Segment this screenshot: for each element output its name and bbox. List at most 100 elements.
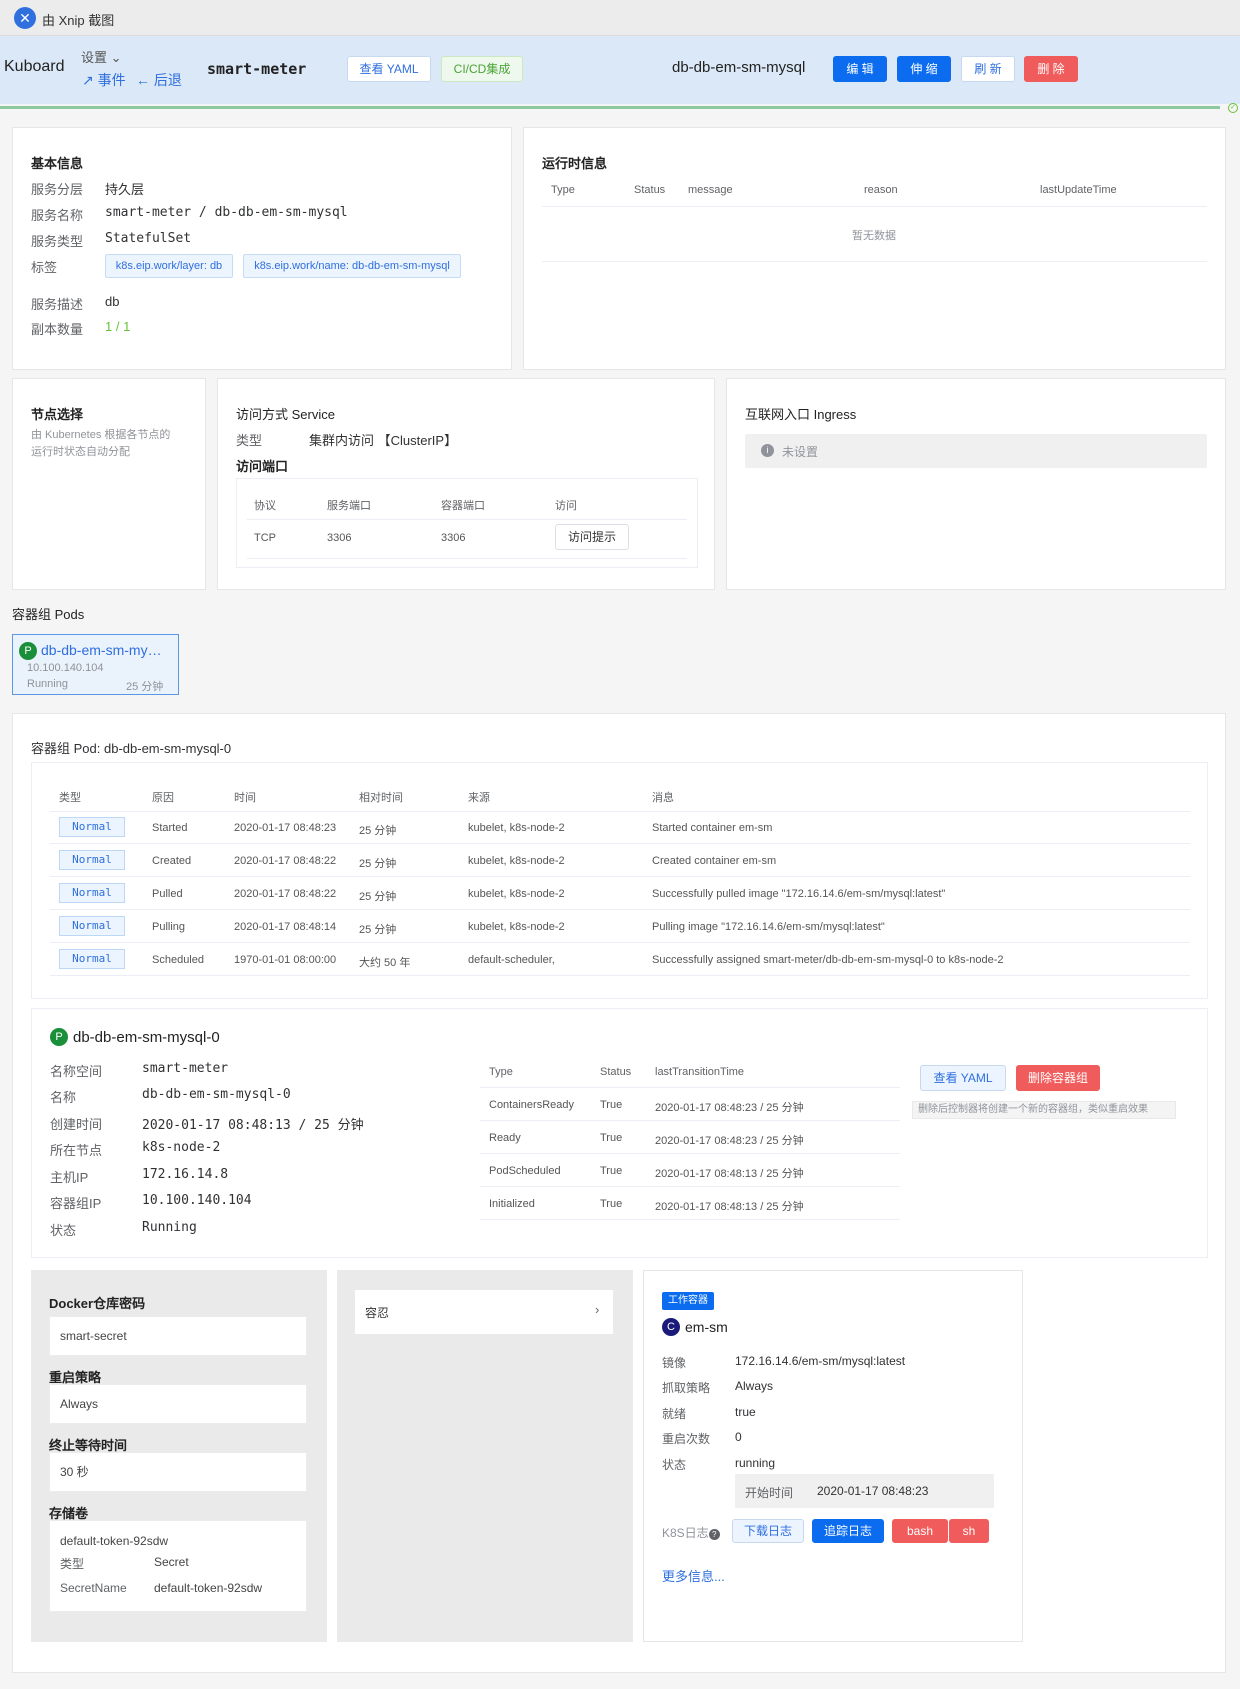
service-card: 访问方式 Service 类型 集群内访问 【ClusterIP】 访问端口 协… <box>217 378 715 590</box>
cond-time: 2020-01-17 08:48:13 / 25 分钟 <box>655 1168 804 1180</box>
pod-status-icon: P <box>19 642 37 660</box>
ingress-empty-text: 未设置 <box>782 445 819 459</box>
secret-title: Docker仓库密码 <box>49 1296 146 1311</box>
table-header: Type <box>489 1066 513 1078</box>
cond-status: True <box>600 1165 623 1177</box>
k8s-logs-label: K8S日志? <box>662 1524 720 1541</box>
empty-text: 暂无数据 <box>852 230 896 242</box>
ingress-empty-box: i 未设置 <box>745 434 1207 468</box>
cond-type: Initialized <box>489 1198 535 1210</box>
refresh-button[interactable]: 刷 新 <box>961 56 1015 82</box>
field-value: smart-meter <box>142 1061 229 1076</box>
pod-detail-title: 容器组 Pod: db-db-em-sm-mysql-0 <box>31 738 231 757</box>
table-row: Normal Pulling 2020-01-17 08:48:14 25 分钟… <box>32 910 1209 943</box>
edit-button[interactable]: 编 辑 <box>833 56 887 82</box>
table-header: 类型 <box>59 792 81 804</box>
divider <box>480 1186 900 1187</box>
event-reason: Pulled <box>152 888 183 900</box>
event-rel: 25 分钟 <box>359 924 397 936</box>
field-value: 0 <box>735 1430 742 1444</box>
pod-view-yaml-button[interactable]: 查看 YAML <box>920 1065 1006 1091</box>
settings-label: 设置 <box>81 50 108 65</box>
cond-time: 2020-01-17 08:48:13 / 25 分钟 <box>655 1201 804 1213</box>
divider <box>50 975 1190 976</box>
cond-time: 2020-01-17 08:48:23 / 25 分钟 <box>655 1135 804 1147</box>
brand-logo[interactable]: Kuboard <box>4 58 65 76</box>
scale-button[interactable]: 伸 缩 <box>897 56 951 82</box>
cond-time: 2020-01-17 08:48:23 / 25 分钟 <box>655 1102 804 1114</box>
back-link[interactable]: ← 后退 <box>136 70 182 90</box>
pod-tile[interactable]: P db-db-em-sm-my… 10.100.140.104 Running… <box>12 634 179 695</box>
work-container-badge: 工作容器 <box>662 1292 714 1310</box>
more-info-link[interactable]: 更多信息... <box>662 1566 725 1585</box>
download-log-button[interactable]: 下载日志 <box>732 1519 804 1543</box>
event-type-badge: Normal <box>59 850 125 870</box>
sh-button[interactable]: sh <box>949 1519 989 1543</box>
view-yaml-button[interactable]: 查看 YAML <box>347 56 431 82</box>
table-header: 消息 <box>652 792 674 804</box>
event-time: 2020-01-17 08:48:22 <box>234 855 337 867</box>
pod-detail-name: db-db-em-sm-mysql-0 <box>103 741 232 756</box>
volume-name: default-token-92sdw <box>60 1534 169 1548</box>
field-value: Always <box>735 1379 774 1393</box>
basic-info-card: 基本信息 服务分层 持久层 服务名称 smart-meter / db-db-e… <box>12 127 512 370</box>
pod-tile-status: Running <box>27 678 68 690</box>
event-rel: 25 分钟 <box>359 825 397 837</box>
volume-box: default-token-92sdw 类型 Secret SecretName… <box>49 1520 307 1612</box>
field-value: db-db-em-sm-mysql-0 <box>142 1087 291 1102</box>
workload-title: db-db-em-sm-mysql <box>672 59 806 76</box>
bash-button[interactable]: bash <box>892 1519 948 1543</box>
tolerations-collapse[interactable]: 容忍 › <box>355 1290 613 1334</box>
event-msg: Successfully pulled image "172.16.14.6/e… <box>652 888 946 900</box>
service-type-label: 类型 <box>236 433 263 448</box>
delete-button[interactable]: 删 除 <box>1024 56 1078 82</box>
window-title: 由 Xnip 截图 <box>42 13 115 28</box>
event-rel: 25 分钟 <box>359 891 397 903</box>
table-header: Status <box>600 1066 632 1078</box>
event-type-badge: Normal <box>59 916 125 936</box>
field-label: 镜像 <box>662 1356 687 1370</box>
divider <box>247 558 687 559</box>
event-type-badge: Normal <box>59 817 125 837</box>
table-header: 协议 <box>254 500 276 512</box>
cond-type: Ready <box>489 1132 521 1144</box>
field-label: 容器组IP <box>50 1196 102 1211</box>
volume-type-value: Secret <box>154 1555 189 1569</box>
events-link[interactable]: ↗ 事件 <box>82 70 126 90</box>
follow-log-button[interactable]: 追踪日志 <box>812 1519 884 1543</box>
divider <box>480 1153 900 1154</box>
delete-pod-button[interactable]: 删除容器组 <box>1016 1065 1100 1091</box>
event-time: 2020-01-17 08:48:23 <box>234 822 337 834</box>
pod-info-box: P db-db-em-sm-mysql-0 名称空间 smart-meter 名… <box>31 1008 1208 1258</box>
field-value: running <box>735 1456 776 1470</box>
event-reason: Scheduled <box>152 954 204 966</box>
event-source: default-scheduler, <box>468 954 555 966</box>
volume-secretname-value: default-token-92sdw <box>154 1581 263 1595</box>
table-header: 来源 <box>468 792 490 804</box>
event-source: kubelet, k8s-node-2 <box>468 888 565 900</box>
field-value: StatefulSet <box>105 231 192 246</box>
event-source: kubelet, k8s-node-2 <box>468 855 565 867</box>
table-header: 容器端口 <box>441 500 485 512</box>
xnip-logo-icon: ✕ <box>14 7 36 29</box>
field-value: 2020-01-17 08:48:13 / 25 分钟 <box>142 1118 364 1133</box>
ingress-card: 互联网入口 Ingress i 未设置 <box>726 378 1226 590</box>
event-time: 1970-01-01 08:00:00 <box>234 954 337 966</box>
events-label: 事件 <box>97 72 126 88</box>
info-icon: i <box>761 444 774 457</box>
divider <box>480 1087 900 1088</box>
event-reason: Started <box>152 822 188 834</box>
access-hint-button[interactable]: 访问提示 <box>555 524 629 550</box>
check-circle-icon: ✓ <box>1228 103 1238 113</box>
table-header: lastUpdateTime <box>1040 184 1117 196</box>
event-reason: Created <box>152 855 192 867</box>
start-time-label: 开始时间 <box>745 1486 794 1500</box>
field-value: 10.100.140.104 <box>142 1193 252 1208</box>
field-value: 172.16.14.6/em-sm/mysql:latest <box>735 1354 906 1368</box>
cicd-button[interactable]: CI/CD集成 <box>441 56 523 82</box>
settings-menu[interactable]: 设置 ⌄ <box>81 47 122 66</box>
field-value: smart-meter / db-db-em-sm-mysql <box>105 205 348 220</box>
pod-tile-age: 25 分钟 <box>126 681 164 693</box>
field-label: 状态 <box>662 1458 687 1472</box>
runtime-info-card: 运行时信息 Type Status message reason lastUpd… <box>523 127 1226 370</box>
